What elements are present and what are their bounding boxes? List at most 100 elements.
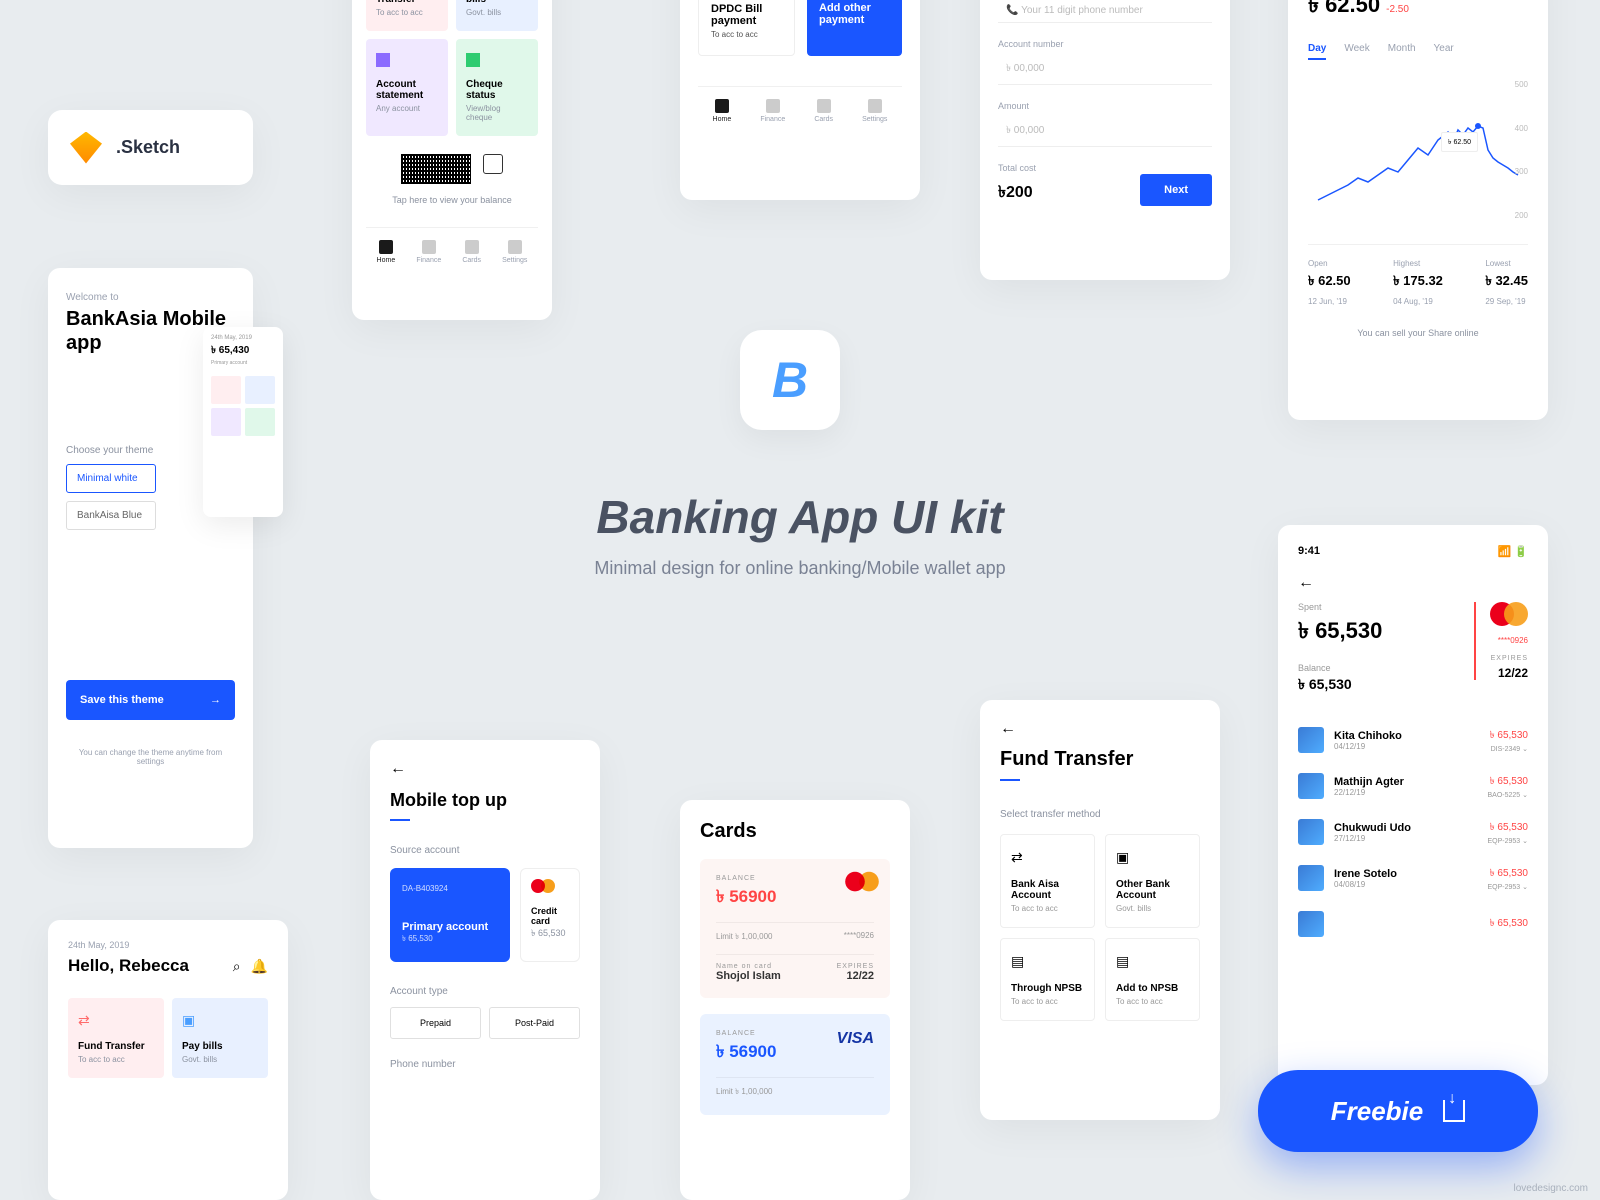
- app-logo: B: [740, 330, 840, 430]
- card-balance: ৳ 65,530: [402, 933, 498, 946]
- tile-sub: Govt. bills: [182, 1055, 258, 1064]
- card-number: ****0926: [1490, 636, 1528, 645]
- other-bank-tile[interactable]: ▣Other Bank AccountGovt. bills: [1105, 834, 1200, 928]
- open-label: Open: [1308, 259, 1351, 268]
- primary-account-card[interactable]: DA-B403924 Primary account ৳ 65,530: [390, 868, 510, 962]
- postpaid-button[interactable]: Post-Paid: [489, 1007, 580, 1039]
- merchant-icon: [1298, 865, 1324, 891]
- high-date: 04 Aug, '19: [1393, 297, 1443, 306]
- home-icon: [715, 99, 729, 113]
- tile-bills[interactable]: bills Govt. bills: [456, 0, 538, 31]
- nav-home[interactable]: Home: [377, 240, 396, 264]
- sketch-icon: [70, 132, 102, 164]
- nav-finance[interactable]: Finance: [760, 99, 785, 123]
- amount-input[interactable]: ৳ 00,000: [998, 117, 1212, 147]
- transaction-item[interactable]: Chukwudi Udo27/12/19৳ 65,530EQP-2953 ⌄: [1298, 809, 1528, 855]
- tile-statement[interactable]: Account statement Any account: [366, 39, 448, 136]
- tab-day[interactable]: Day: [1308, 43, 1326, 60]
- nav-home[interactable]: Home: [713, 99, 732, 123]
- doc-icon: ▤: [1011, 953, 1027, 969]
- nav-cards[interactable]: Cards: [462, 240, 481, 264]
- phone-number-label: Phone number: [390, 1059, 580, 1070]
- freebie-button[interactable]: Freebie: [1258, 1070, 1538, 1152]
- settings-icon: [508, 240, 522, 254]
- low-date: 29 Sep, '19: [1485, 297, 1528, 306]
- card-mastercard[interactable]: BALANCE ৳ 56900 Limit ৳ 1,00,000****0926…: [700, 859, 890, 998]
- tile-title: Fund Transfer: [78, 1041, 154, 1052]
- tile-sub: Any account: [376, 104, 438, 113]
- bank-icon: ▣: [1116, 849, 1132, 865]
- expires-label: EXPIRES: [1490, 655, 1528, 662]
- tile-transfer[interactable]: Transfer To acc to acc: [366, 0, 448, 31]
- bills-icon: ▣: [182, 1012, 258, 1029]
- bottom-nav: Home Finance Cards Settings: [366, 227, 538, 264]
- theme-minimal-white[interactable]: Minimal white: [66, 464, 156, 493]
- finance-icon: [422, 240, 436, 254]
- transaction-item[interactable]: Mathijn Agter22/12/19৳ 65,530BAO-5225 ⌄: [1298, 763, 1528, 809]
- card-number: ****0926: [844, 931, 874, 944]
- add-npsb-tile[interactable]: ▤Add to NPSBTo acc to acc: [1105, 938, 1200, 1021]
- nav-cards[interactable]: Cards: [814, 99, 833, 123]
- total-label: Total cost: [998, 163, 1036, 173]
- open-value: ৳ 62.50: [1308, 272, 1351, 293]
- tile-title: bills: [466, 0, 528, 5]
- tab-month[interactable]: Month: [1388, 43, 1416, 60]
- tile-cheque[interactable]: Cheque status View/blog cheque: [456, 39, 538, 136]
- next-button[interactable]: Next: [1140, 174, 1212, 206]
- back-button[interactable]: ←: [390, 760, 580, 778]
- back-button[interactable]: ←: [1298, 574, 1528, 592]
- transaction-item[interactable]: Kita Chihoko04/12/19৳ 65,530DIS-2349 ⌄: [1298, 717, 1528, 763]
- freebie-label: Freebie: [1331, 1096, 1424, 1127]
- hello-screen: 24th May, 2019 Hello, Rebecca ⌕🔔 ⇄ Fund …: [48, 920, 288, 1200]
- status-time: 9:41: [1298, 545, 1320, 558]
- qr-section[interactable]: Tap here to view your balance: [366, 154, 538, 205]
- add-payment-card[interactable]: + Add other payment: [807, 0, 902, 56]
- logo-letter: B: [772, 351, 808, 409]
- high-label: Highest: [1393, 259, 1443, 268]
- cardholder-name: Shojol Islam: [716, 970, 781, 982]
- tab-year[interactable]: Year: [1434, 43, 1454, 60]
- tab-week[interactable]: Week: [1344, 43, 1369, 60]
- dpdc-bill-card[interactable]: DPDC Bill payment To acc to acc: [698, 0, 795, 56]
- bank-aisa-tile[interactable]: ⇄Bank Aisa AccountTo acc to acc: [1000, 834, 1095, 928]
- preview-sub: Primary account: [211, 360, 275, 366]
- bell-icon[interactable]: 🔔: [251, 958, 268, 975]
- credit-balance: ৳ 65,530: [531, 926, 569, 941]
- nav-settings[interactable]: Settings: [862, 99, 887, 123]
- back-button[interactable]: ←: [1000, 720, 1200, 738]
- amount-label: Amount: [998, 101, 1212, 111]
- visa-icon: VISA: [837, 1030, 874, 1048]
- nav-finance[interactable]: Finance: [416, 240, 441, 264]
- open-date: 12 Jun, '19: [1308, 297, 1351, 306]
- tile-pay-bills[interactable]: ▣ Pay bills Govt. bills: [172, 998, 268, 1078]
- sketch-label: .Sketch: [116, 137, 180, 158]
- npsb-tile[interactable]: ▤Through NPSBTo acc to acc: [1000, 938, 1095, 1021]
- prepaid-button[interactable]: Prepaid: [390, 1007, 481, 1039]
- tile-fund-transfer[interactable]: ⇄ Fund Transfer To acc to acc: [68, 998, 164, 1078]
- account-number-input[interactable]: ৳ 00,000: [998, 55, 1212, 85]
- cards-icon: [465, 240, 479, 254]
- transaction-item[interactable]: Irene Sotelo04/08/19৳ 65,530EQP-2953 ⌄: [1298, 855, 1528, 901]
- statement-icon: [376, 53, 390, 67]
- hello-date: 24th May, 2019: [68, 940, 268, 950]
- preview-balance: ৳ 65,430: [211, 343, 275, 360]
- divider: [390, 819, 410, 821]
- bottom-nav: Home Finance Cards Settings: [698, 86, 902, 123]
- chart-footnote: You can sell your Share online: [1308, 328, 1528, 338]
- transaction-list: Kita Chihoko04/12/19৳ 65,530DIS-2349 ⌄ M…: [1298, 717, 1528, 947]
- search-icon[interactable]: ⌕: [233, 958, 241, 975]
- add-payment-title: Add other payment: [819, 2, 890, 26]
- tile-sub: To acc to acc: [376, 8, 438, 17]
- transaction-item[interactable]: ৳ 65,530: [1298, 901, 1528, 947]
- line-chart: [1308, 80, 1528, 220]
- transfer-subtitle: Select transfer method: [1000, 809, 1200, 820]
- phone-input[interactable]: 📞 Your 11 digit phone number: [998, 0, 1212, 23]
- save-theme-button[interactable]: Save this theme →: [66, 680, 235, 720]
- face-id-icon: [483, 154, 503, 174]
- tile-title: Account statement: [376, 79, 438, 101]
- nav-settings[interactable]: Settings: [502, 240, 527, 264]
- card-visa[interactable]: BALANCE ৳ 56900 VISA Limit ৳ 1,00,000: [700, 1014, 890, 1115]
- credit-card-option[interactable]: Credit card ৳ 65,530: [520, 868, 580, 962]
- balance-label: BALANCE: [716, 1030, 776, 1037]
- home-icon: [379, 240, 393, 254]
